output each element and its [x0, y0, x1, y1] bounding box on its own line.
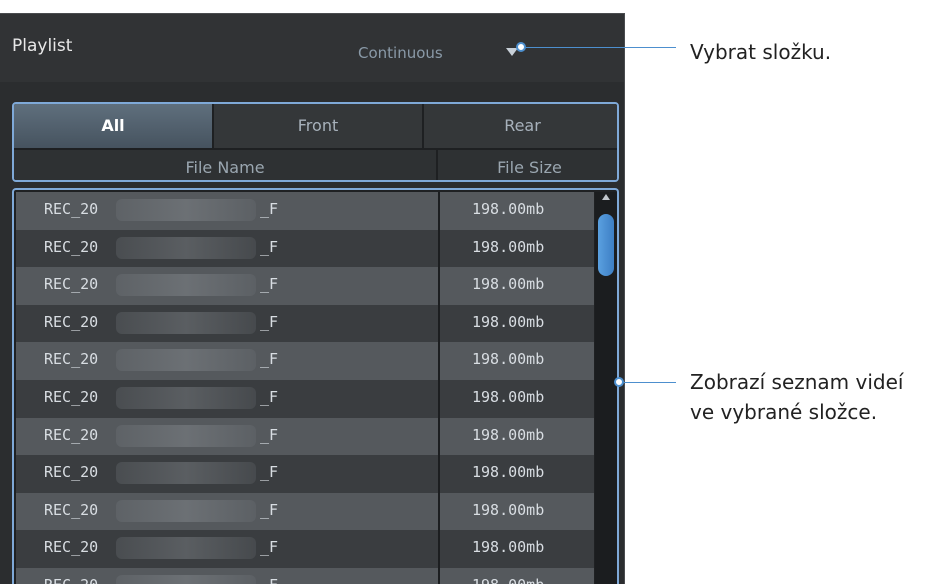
column-divider: [438, 267, 440, 305]
callout-video-list-line1: Zobrazí seznam videí: [690, 370, 904, 394]
file-name-suffix: _F: [260, 312, 279, 331]
file-name-prefix: REC_20: [44, 237, 99, 256]
column-divider: [438, 229, 440, 268]
column-divider: [438, 492, 440, 531]
playback-mode-dropdown[interactable]: Continuous: [358, 44, 443, 62]
playlist-title: Playlist: [12, 36, 73, 56]
column-header-file-name[interactable]: File Name: [14, 150, 436, 180]
playlist-panel: Playlist Continuous All Front Rear File …: [0, 13, 625, 584]
redacted-timestamp: [116, 236, 256, 259]
column-divider: [438, 342, 440, 380]
column-divider: [438, 304, 440, 343]
file-name-prefix: REC_20: [44, 387, 99, 406]
scrollbar[interactable]: [595, 192, 617, 584]
file-size: 198.00mb: [472, 237, 545, 256]
file-name-prefix: REC_20: [44, 312, 99, 331]
video-list-rows: REC_20 _F 198.00mb REC_20 _F 198.00mb REC_20 _F…: [16, 192, 594, 584]
file-name-prefix: REC_20: [44, 350, 99, 369]
file-name-prefix: REC_20: [44, 500, 99, 519]
column-divider: [438, 192, 440, 230]
redacted-timestamp: [116, 537, 256, 560]
file-name-prefix: REC_20: [44, 538, 99, 557]
table-row[interactable]: REC_20 _F 198.00mb: [16, 304, 594, 343]
redacted-timestamp: [116, 462, 256, 485]
file-name-suffix: _F: [260, 237, 279, 256]
file-name-suffix: _F: [260, 538, 279, 557]
redacted-timestamp: [116, 311, 256, 334]
file-size: 198.00mb: [472, 312, 545, 331]
column-divider: [438, 530, 440, 568]
callout-line-video-list: [624, 382, 676, 383]
file-size: 198.00mb: [472, 538, 545, 557]
tab-all[interactable]: All: [14, 104, 212, 148]
table-row[interactable]: REC_20 _F 198.00mb: [16, 342, 594, 380]
file-size: 198.00mb: [472, 463, 545, 482]
file-name-prefix: REC_20: [44, 200, 99, 218]
file-size: 198.00mb: [472, 350, 545, 369]
file-name-suffix: _F: [260, 500, 279, 519]
table-row[interactable]: REC_20 _F 198.00mb: [16, 492, 594, 531]
file-name-suffix: _F: [260, 425, 279, 444]
table-row[interactable]: REC_20_F198.00mb: [16, 567, 594, 584]
table-row[interactable]: REC_20 _F 198.00mb: [16, 229, 594, 268]
column-divider: [438, 455, 440, 493]
callout-line-folder-select: [526, 47, 676, 48]
redacted-timestamp: [116, 274, 256, 297]
callout-folder-select: Vybrat složku.: [690, 40, 832, 64]
redacted-timestamp: [116, 199, 256, 221]
tab-rear[interactable]: Rear: [424, 104, 617, 148]
redacted-timestamp: [116, 424, 256, 447]
column-divider: [438, 567, 440, 584]
redacted-timestamp: [116, 386, 256, 409]
file-size: 198.00mb: [472, 275, 545, 294]
scroll-up-arrow-icon[interactable]: [602, 194, 610, 200]
folder-tabs-area: All Front Rear File Name File Size: [12, 102, 619, 182]
file-name-suffix: _F: [260, 463, 279, 482]
video-list: REC_20 _F 198.00mb REC_20 _F 198.00mb REC_20 _F…: [12, 188, 619, 584]
file-name-prefix: REC_20: [44, 425, 99, 444]
file-name-prefix: REC_20: [44, 463, 99, 482]
table-row[interactable]: REC_20 _F 198.00mb: [16, 379, 594, 418]
file-size: 198.00mb: [472, 387, 545, 406]
file-name-prefix: REC_20: [44, 275, 99, 294]
file-size: 198.00mb: [472, 425, 545, 444]
callout-dot-video-list: [614, 377, 624, 387]
file-name-suffix: _F: [260, 275, 279, 294]
table-row[interactable]: REC_20 _F 198.00mb: [16, 530, 594, 568]
file-name-suffix: _F: [260, 387, 279, 406]
redacted-timestamp: [116, 349, 256, 372]
column-header-file-size[interactable]: File Size: [438, 150, 617, 180]
file-size: 198.00mb: [472, 200, 545, 218]
callout-video-list-line2: ve vybrané složce.: [690, 400, 878, 424]
callout-dot-folder-select: [516, 42, 526, 52]
column-divider: [438, 417, 440, 456]
tab-front[interactable]: Front: [214, 104, 422, 148]
table-row[interactable]: REC_20 _F 198.00mb: [16, 455, 594, 493]
file-name-suffix: _F: [260, 350, 279, 369]
playlist-header: Playlist Continuous: [0, 14, 624, 82]
file-name-suffix: _F: [260, 200, 279, 218]
file-size: 198.00mb: [472, 500, 545, 519]
table-row[interactable]: REC_20 _F 198.00mb: [16, 267, 594, 305]
redacted-timestamp: [116, 499, 256, 522]
column-divider: [438, 379, 440, 418]
table-row[interactable]: REC_20 _F 198.00mb: [16, 417, 594, 456]
table-row[interactable]: REC_20 _F 198.00mb: [16, 192, 594, 230]
scrollbar-thumb[interactable]: [598, 214, 614, 276]
